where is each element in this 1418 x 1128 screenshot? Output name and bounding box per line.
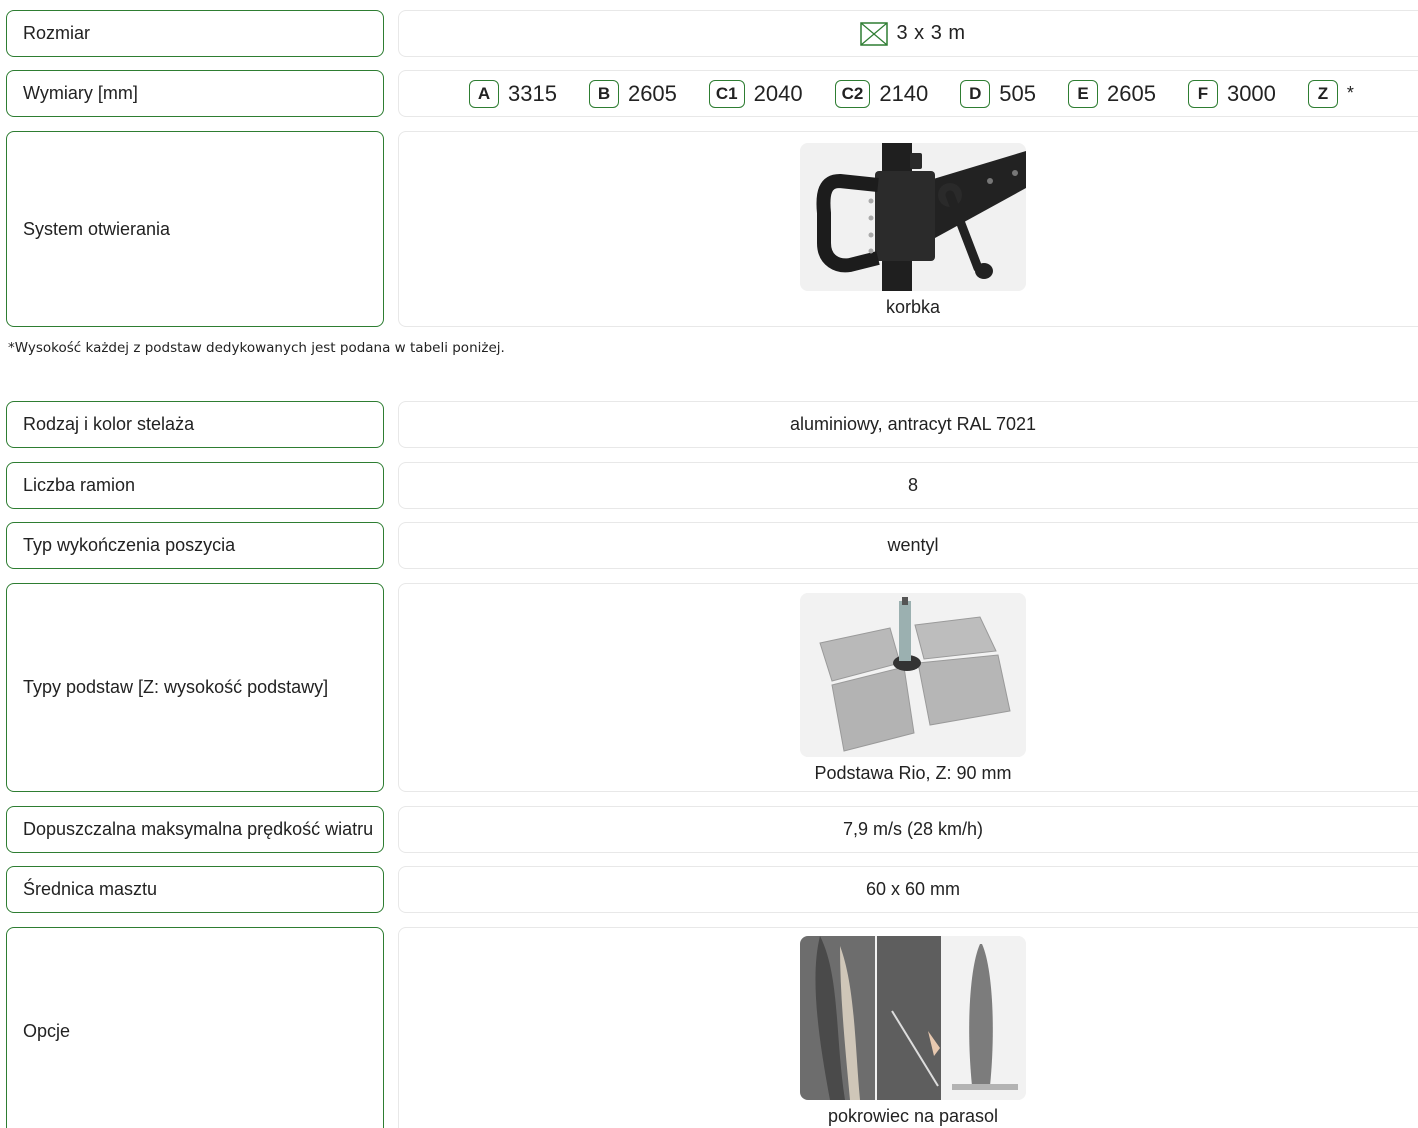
value-rozmiar: 3 x 3 m — [398, 10, 1418, 57]
dimension-key-badge: Z — [1307, 79, 1338, 108]
value-predkosc-wiatru: 7,9 m/s (28 km/h) — [398, 806, 1418, 853]
dimension-value: 2040 — [753, 80, 803, 106]
value-text: 60 x 60 mm — [865, 879, 961, 899]
label-typy-podstaw: Typy podstaw [Z: wysokość podstawy] — [6, 583, 384, 792]
label-text: Średnica masztu — [23, 879, 158, 899]
dimension-key-badge: B — [588, 79, 619, 108]
label-rodzaj-stelaza: Rodzaj i kolor stelaża — [6, 401, 384, 448]
dimension-value: 3315 — [508, 80, 557, 106]
size-text: 3 x 3 m — [896, 22, 966, 44]
dimension-value: 3000 — [1226, 80, 1276, 106]
footnote: *Wysokość każdej z podstaw dedykowanych … — [8, 340, 505, 356]
label-text: System otwierania — [23, 218, 171, 239]
dimension-key-badge: A — [469, 79, 499, 108]
dimension-key-badge: D — [960, 79, 991, 108]
dimension-value: 2140 — [879, 80, 929, 106]
label-system-otwierania: System otwierania — [6, 131, 384, 327]
value-rodzaj-stelaza: aluminiowy, antracyt RAL 7021 — [398, 401, 1418, 448]
dimension-value: 505 — [999, 80, 1036, 106]
square-x-icon — [860, 21, 889, 46]
label-text: Rodzaj i kolor stelaża — [23, 414, 195, 434]
value-wymiary: A 3315 B 2605 C1 2040 C2 2140 D 505 E 2605 F 30… — [398, 70, 1418, 117]
label-rozmiar: Rozmiar — [6, 10, 384, 57]
value-text: aluminiowy, antracyt RAL 7021 — [789, 414, 1037, 434]
label-typ-wykonczenia: Typ wykończenia poszycia — [6, 522, 384, 569]
value-text: 8 — [907, 475, 918, 495]
value-system-otwierania: korbka — [398, 131, 1418, 327]
umbrella-cover-image — [800, 936, 1026, 1100]
label-liczba-ramion: Liczba ramion — [6, 462, 384, 509]
dimension-item: Z * — [1307, 79, 1354, 108]
value-typ-wykonczenia: wentyl — [398, 522, 1418, 569]
base-rio-image — [800, 593, 1026, 757]
value-srednica-masztu: 60 x 60 mm — [398, 866, 1418, 913]
value-liczba-ramion: 8 — [398, 462, 1418, 509]
label-text: Dopuszczalna maksymalna prędkość wiatru — [23, 819, 374, 839]
dimension-value: * — [1346, 83, 1354, 103]
dimension-item: A 3315 — [469, 79, 557, 108]
dimension-item: E 2605 — [1068, 79, 1156, 108]
value-text: wentyl — [887, 535, 939, 555]
label-srednica-masztu: Średnica masztu — [6, 866, 384, 913]
label-text: Typy podstaw [Z: wysokość podstawy] — [23, 677, 329, 697]
value-text: 7,9 m/s (28 km/h) — [842, 819, 984, 839]
photo-caption: korbka — [885, 297, 941, 317]
photo-caption: Podstawa Rio, Z: 90 mm — [814, 763, 1012, 783]
crank-mechanism-image — [800, 143, 1026, 291]
dimension-item: D 505 — [960, 79, 1036, 108]
label-text: Wymiary [mm] — [23, 83, 138, 103]
label-wymiary: Wymiary [mm] — [6, 70, 384, 117]
dimension-value: 2605 — [1107, 80, 1156, 106]
value-opcje: pokrowiec na parasol — [398, 927, 1418, 1128]
dimension-value: 2605 — [627, 80, 677, 106]
dimension-key-badge: F — [1187, 79, 1218, 108]
dimension-item: F 3000 — [1187, 79, 1276, 108]
label-text: Rozmiar — [23, 23, 91, 43]
dimension-item: B 2605 — [588, 79, 677, 108]
label-text: Typ wykończenia poszycia — [23, 535, 236, 555]
dimension-key-badge: E — [1068, 79, 1098, 108]
label-opcje: Opcje — [6, 927, 384, 1128]
dimension-item: C1 2040 — [708, 79, 803, 108]
dimensions-list: A 3315 B 2605 C1 2040 C2 2140 D 505 E 2605 F 30… — [469, 79, 1354, 108]
value-typy-podstaw: Podstawa Rio, Z: 90 mm — [398, 583, 1418, 792]
dimension-key-badge: C1 — [708, 79, 745, 108]
dimension-item: C2 2140 — [834, 79, 929, 108]
size-value: 3 x 3 m — [860, 21, 966, 46]
dimension-key-badge: C2 — [834, 79, 871, 108]
label-predkosc-wiatru: Dopuszczalna maksymalna prędkość wiatru — [6, 806, 384, 853]
label-text: Liczba ramion — [23, 475, 136, 495]
photo-caption: pokrowiec na parasol — [827, 1106, 999, 1126]
label-text: Opcje — [23, 1021, 71, 1041]
